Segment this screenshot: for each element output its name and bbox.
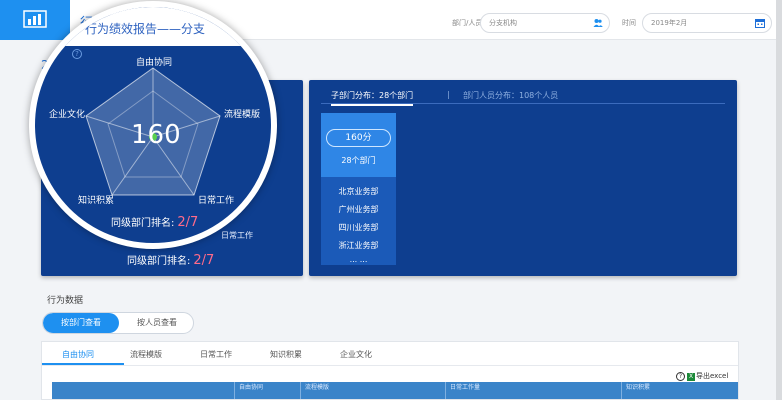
table-header-cell bbox=[52, 382, 234, 399]
radar-label-culture: 企业文化 bbox=[49, 110, 86, 120]
list-item-more[interactable]: ... ... bbox=[321, 255, 396, 265]
dept-filter-label: 部门/人员 bbox=[452, 19, 483, 27]
dept-column-head: 160分 28个部门 bbox=[321, 113, 396, 177]
tab-culture[interactable]: 企业文化 bbox=[340, 349, 372, 360]
distribution-tabs: 子部门分布：28个部门 | 部门人员分布：108个人员 bbox=[321, 90, 725, 106]
time-filter-value: 2019年2月 bbox=[651, 19, 688, 27]
excel-icon: X bbox=[687, 373, 695, 381]
export-excel-label: 导出excel bbox=[696, 372, 729, 380]
table-header-cell: 自由协同 bbox=[234, 382, 300, 399]
lens-rank-label: 同级部门排名: bbox=[111, 218, 175, 229]
tab-process-template[interactable]: 流程模版 bbox=[130, 349, 162, 360]
view-by-dept-button[interactable]: 按部门查看 bbox=[43, 313, 119, 333]
dept-count: 28个部门 bbox=[341, 156, 376, 165]
table-header-cell: 日常工作量 bbox=[445, 382, 621, 399]
tab-daily-work[interactable]: 日常工作 bbox=[200, 349, 232, 360]
tab-separator: | bbox=[447, 90, 450, 99]
calendar-icon[interactable] bbox=[755, 18, 765, 28]
table-header-cell: 知识积累 bbox=[621, 382, 738, 399]
dept-filter-placeholder: 分支机构 bbox=[489, 19, 517, 27]
tab-knowledge[interactable]: 知识积累 bbox=[270, 349, 302, 360]
radar-label-daily: 日常工作 bbox=[198, 196, 235, 206]
dept-distribution-card: 子部门分布：28个部门 | 部门人员分布：108个人员 160分 28个部门 北… bbox=[309, 80, 737, 276]
tab-free-collab[interactable]: 自由协同 bbox=[62, 349, 94, 360]
total-score: 160 bbox=[131, 120, 181, 150]
behavior-tabs: 自由协同 流程模版 日常工作 知识积累 企业文化 bbox=[42, 342, 738, 366]
tab-sub-departments[interactable]: 子部门分布：28个部门 bbox=[331, 90, 414, 106]
radar-label-free-collab: 自由协同 bbox=[136, 58, 173, 68]
list-item[interactable]: 浙江业务部 bbox=[321, 237, 396, 255]
view-toggle: 按部门查看 按人员查看 bbox=[42, 312, 194, 334]
dept-rank: 同级部门排名: 2/7 bbox=[127, 252, 214, 268]
tab-dept-members[interactable]: 部门人员分布：108个人员 bbox=[463, 90, 558, 101]
radar-label-process: 流程模版 bbox=[224, 110, 261, 120]
people-icon[interactable] bbox=[593, 18, 603, 28]
list-item[interactable]: 广州业务部 bbox=[321, 201, 396, 219]
behavior-section-title: 行为数据 bbox=[47, 296, 84, 306]
time-filter-input[interactable]: 2019年2月 bbox=[642, 13, 772, 33]
table-header-row: 自由协同 流程模版 日常工作量 知识积累 bbox=[52, 382, 738, 399]
lens-rank-value: 2/7 bbox=[177, 215, 199, 230]
dept-list: 北京业务部 广州业务部 四川业务部 浙江业务部 ... ... bbox=[321, 183, 396, 265]
export-excel-button[interactable]: ? X 导出excel bbox=[676, 371, 728, 381]
dept-rank-label: 同级部门排名: bbox=[127, 256, 191, 267]
active-tab-indicator bbox=[42, 363, 124, 365]
radar-label-knowledge: 知识积累 bbox=[78, 196, 115, 206]
lens-dept-rank: 同级部门排名: 2/7 bbox=[111, 214, 198, 230]
behavior-panel: 自由协同 流程模版 日常工作 知识积累 企业文化 ? X 导出excel 自由协同 … bbox=[41, 341, 739, 400]
list-item[interactable]: 北京业务部 bbox=[321, 183, 396, 201]
dept-rank-value: 2/7 bbox=[193, 253, 215, 268]
magnifier-lens: 行为绩效报告——分支 ? 自由协同 流程模版 日常工作 知识积累 企业文化 16… bbox=[29, 1, 277, 249]
table-header-cell: 流程模版 bbox=[300, 382, 445, 399]
list-item[interactable]: 四川业务部 bbox=[321, 219, 396, 237]
page-scrollbar[interactable] bbox=[776, 0, 782, 400]
dept-score-pill[interactable]: 160分 bbox=[326, 129, 391, 147]
dept-filter-input[interactable]: 分支机构 bbox=[480, 13, 610, 33]
view-by-person-button[interactable]: 按人员查看 bbox=[119, 313, 193, 333]
help-icon[interactable]: ? bbox=[676, 372, 685, 381]
dept-column: 160分 28个部门 北京业务部 广州业务部 四川业务部 浙江业务部 ... .… bbox=[321, 113, 396, 265]
time-filter-label: 时间 bbox=[622, 19, 636, 27]
